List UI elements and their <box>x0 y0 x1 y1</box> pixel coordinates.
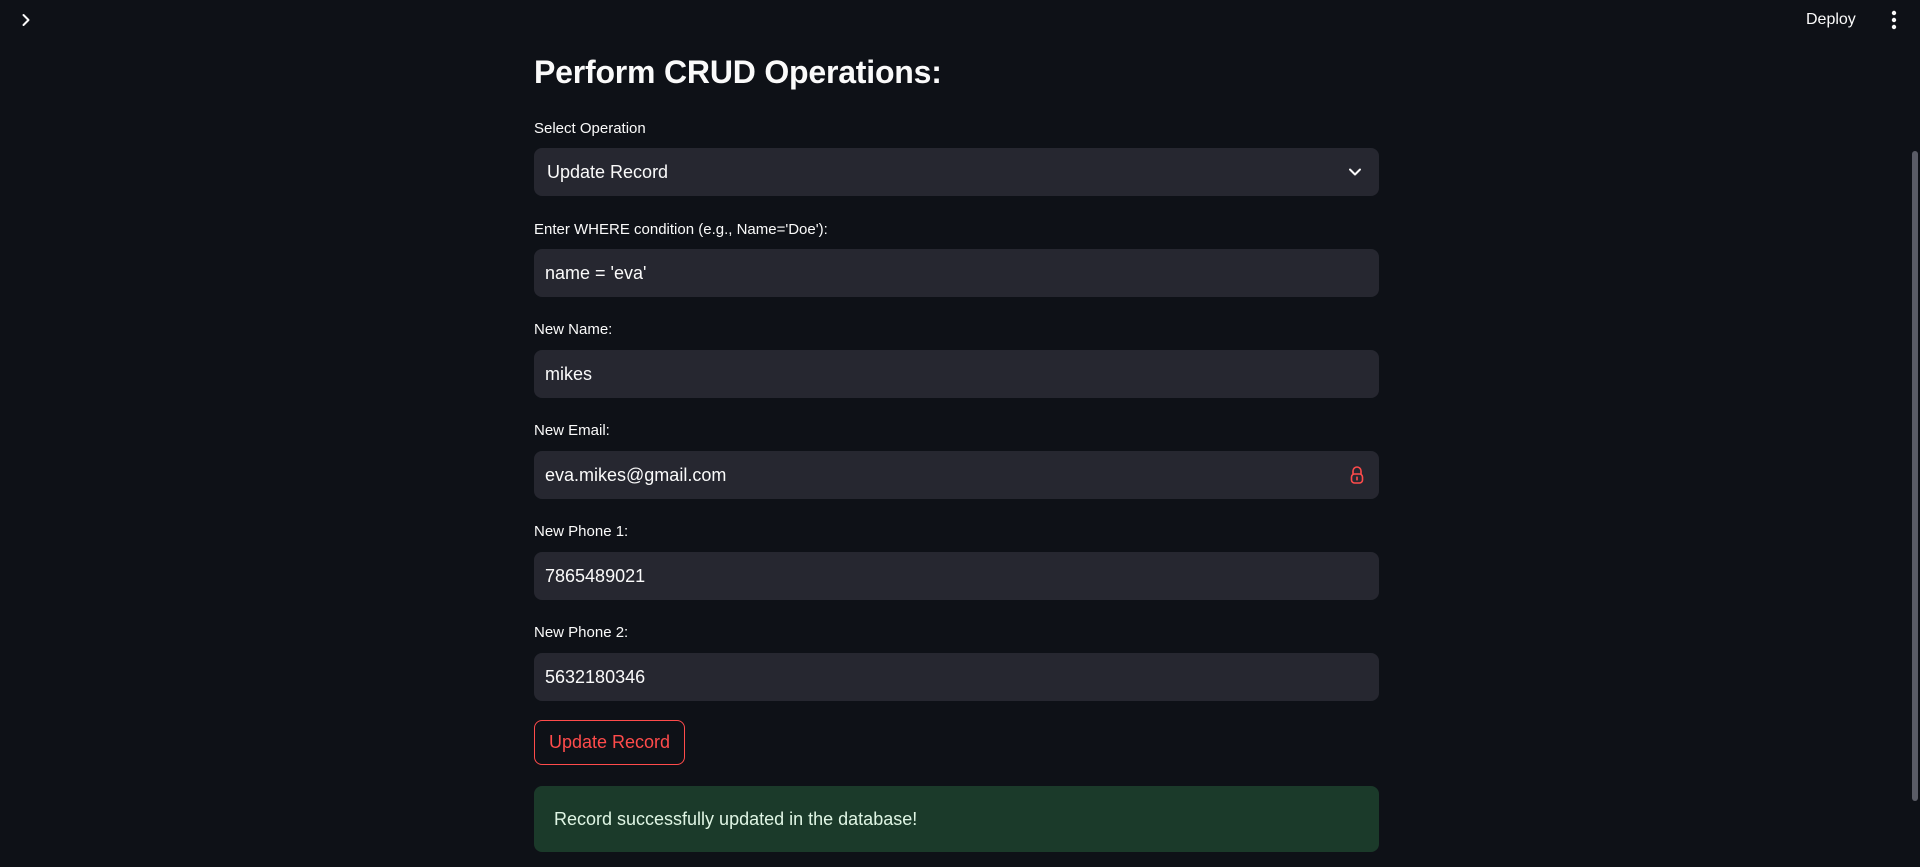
chevron-right-icon[interactable] <box>14 8 38 32</box>
where-condition-value: name = 'eva' <box>545 263 647 283</box>
scrollbar-thumb[interactable] <box>1912 151 1918 801</box>
success-message: Record successfully updated in the datab… <box>554 809 918 829</box>
where-condition-label: Enter WHERE condition (e.g., Name='Doe')… <box>534 221 828 238</box>
vertical-ellipsis-icon[interactable] <box>1880 6 1908 34</box>
operation-selected-value: Update Record <box>547 162 669 182</box>
new-name-label: New Name: <box>534 321 613 338</box>
chevron-down-icon <box>1349 168 1361 176</box>
lock-icon[interactable] <box>1347 464 1367 486</box>
new-email-input[interactable]: eva.mikes@gmail.com <box>534 451 1379 499</box>
page-title: Perform CRUD Operations: <box>534 54 942 90</box>
scrollbar[interactable] <box>1908 40 1920 867</box>
operation-select[interactable]: Update Record <box>534 148 1379 196</box>
new-phone1-value: 7865489021 <box>545 566 646 586</box>
new-phone2-value: 5632180346 <box>545 667 646 687</box>
new-email-value: eva.mikes@gmail.com <box>545 465 727 485</box>
operation-label: Select Operation <box>534 120 646 137</box>
new-phone2-label: New Phone 2: <box>534 624 629 641</box>
new-name-input[interactable]: mikes <box>534 350 1379 398</box>
new-phone1-label: New Phone 1: <box>534 523 629 540</box>
success-alert: Record successfully updated in the datab… <box>534 786 1379 852</box>
where-condition-input[interactable]: name = 'eva' <box>534 249 1379 297</box>
app-root: Deploy Perform CRUD Operations: Select O… <box>0 0 1920 867</box>
new-email-label: New Email: <box>534 422 610 439</box>
new-phone2-input[interactable]: 5632180346 <box>534 653 1379 701</box>
top-toolbar: Deploy <box>0 0 1920 40</box>
deploy-button[interactable]: Deploy <box>1798 6 1864 34</box>
new-name-value: mikes <box>545 364 593 384</box>
update-record-button[interactable]: Update Record <box>534 720 685 765</box>
new-phone1-input[interactable]: 7865489021 <box>534 552 1379 600</box>
